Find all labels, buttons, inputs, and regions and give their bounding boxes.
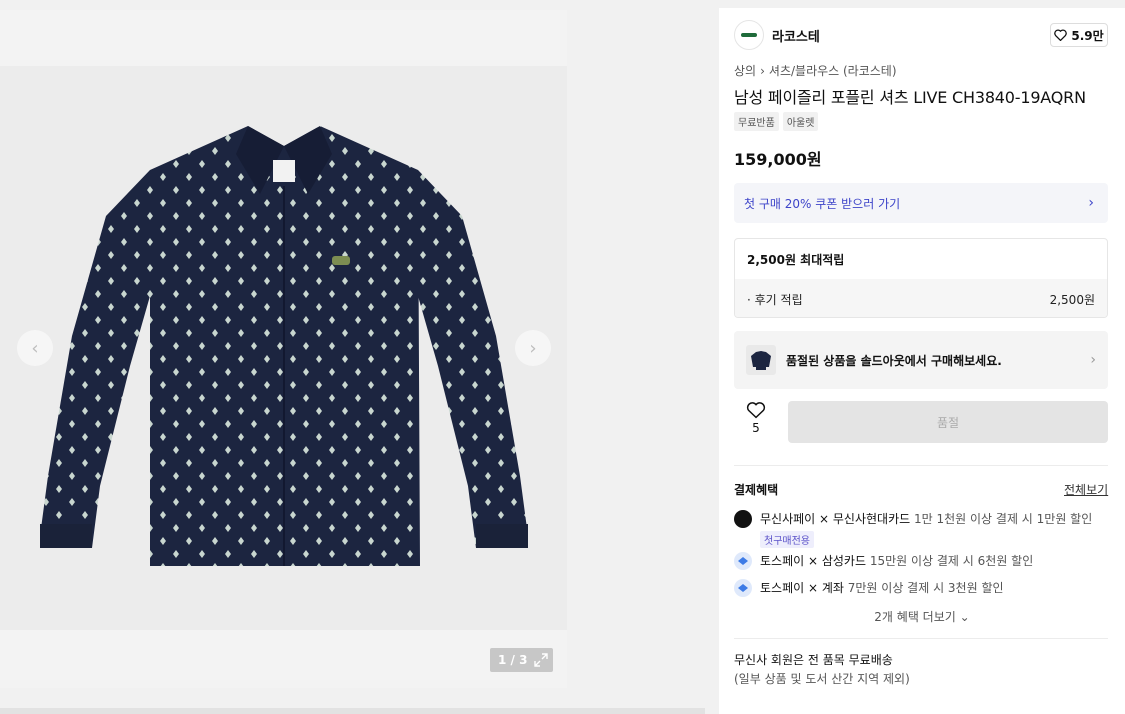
heart-icon bbox=[746, 402, 766, 419]
musinsa-pay-icon bbox=[734, 510, 752, 528]
next-image-button[interactable]: › bbox=[515, 330, 551, 366]
chevron-left-icon: ‹ bbox=[31, 337, 39, 359]
heart-icon bbox=[1054, 29, 1068, 41]
buy-button[interactable]: 품절 bbox=[788, 401, 1108, 443]
product-image bbox=[0, 66, 567, 630]
product-title: 남성 페이즐리 포플린 셔츠 LIVE CH3840-19AQRN bbox=[734, 88, 1086, 107]
shipping-note: (일부 상품 및 도서 산간 지역 제외) bbox=[734, 672, 910, 686]
points-row-value: 2,500원 bbox=[1049, 292, 1095, 307]
benefit-brand: 토스페이 × 삼성카드 bbox=[760, 554, 867, 568]
coupon-banner[interactable]: 첫 구매 20% 쿠폰 받으러 가기 › bbox=[734, 183, 1108, 223]
benefit-brand: 토스페이 × 계좌 bbox=[760, 581, 844, 595]
expand-button[interactable] bbox=[529, 648, 553, 672]
brand-like-button[interactable]: 5.9만 bbox=[1050, 23, 1108, 47]
product-page: ‹ › 1 / 3 라코스테 5.9만 상의 › 셔츠/블라우스 (라코스테) … bbox=[0, 0, 1125, 714]
toss-pay-icon bbox=[734, 552, 752, 570]
brand-like-count: 5.9만 bbox=[1071, 28, 1104, 43]
points-row: · 후기 적립 2,500원 bbox=[735, 279, 1107, 317]
soldout-banner[interactable]: 품절된 상품을 솔드아웃에서 구매해보세요. › bbox=[734, 331, 1108, 389]
first-purchase-badge: 첫구매전용 bbox=[760, 531, 814, 548]
chevron-right-icon: › bbox=[529, 337, 537, 359]
image-gallery: ‹ › 1 / 3 bbox=[0, 10, 567, 688]
breadcrumb-item[interactable]: 상의 bbox=[734, 62, 756, 79]
points-title: 2,500원 최대적립 bbox=[747, 252, 845, 267]
breadcrumb-item[interactable]: 셔츠/블라우스 (라코스테) bbox=[769, 62, 897, 79]
benefit-brand: 무신사페이 × 무신사현대카드 bbox=[760, 512, 911, 526]
toss-pay-icon bbox=[734, 579, 752, 597]
brand-link[interactable]: 라코스테 bbox=[734, 20, 820, 50]
wishlist-button[interactable]: 5 bbox=[734, 401, 778, 441]
payment-benefit-item: 토스페이 × 계좌 7만원 이상 결제 시 3천원 할인 bbox=[734, 579, 1004, 597]
shirt-illustration bbox=[40, 126, 528, 566]
coupon-label: 첫 구매 20% 쿠폰 받으러 가기 bbox=[744, 196, 901, 211]
divider bbox=[734, 638, 1108, 639]
prev-image-button[interactable]: ‹ bbox=[17, 330, 53, 366]
tag-free-return: 무료반품 bbox=[734, 112, 779, 131]
payment-benefits-title: 결제혜택 bbox=[734, 483, 779, 497]
divider bbox=[734, 465, 1108, 466]
product-price: 159,000원 bbox=[734, 150, 822, 169]
more-benefits-button[interactable]: 2개 혜택 더보기 ⌄ bbox=[719, 608, 1125, 625]
product-tags: 무료반품 아울렛 bbox=[734, 112, 819, 131]
breadcrumb: 상의 › 셔츠/블라우스 (라코스테) bbox=[734, 62, 897, 79]
chevron-right-icon: › bbox=[1090, 352, 1096, 368]
soldout-label: 품절된 상품을 솔드아웃에서 구매해보세요. bbox=[786, 353, 1002, 368]
payment-benefit-item: 무신사페이 × 무신사현대카드 1만 1천원 이상 결제 시 1만원 할인 첫구… bbox=[734, 510, 1092, 548]
tag-outlet: 아울렛 bbox=[782, 112, 819, 131]
payment-benefit-item: 토스페이 × 삼성카드 15만원 이상 결제 시 6천원 할인 bbox=[734, 552, 1033, 570]
product-info-panel: 라코스테 5.9만 상의 › 셔츠/블라우스 (라코스테) 남성 페이즐리 포플… bbox=[719, 8, 1125, 714]
lacoste-logo-icon bbox=[734, 20, 764, 50]
chevron-down-icon: ⌄ bbox=[959, 610, 970, 624]
shirt-thumbnail bbox=[746, 345, 776, 375]
points-box: 2,500원 최대적립 · 후기 적립 2,500원 bbox=[734, 238, 1108, 318]
chevron-right-icon: › bbox=[1088, 195, 1094, 211]
scrollbar-track bbox=[0, 708, 705, 714]
benefit-desc: 15만원 이상 결제 시 6천원 할인 bbox=[866, 554, 1034, 568]
benefit-desc: 1만 1천원 이상 결제 시 1만원 할인 bbox=[910, 512, 1093, 526]
expand-icon bbox=[534, 653, 548, 667]
chevron-right-icon: › bbox=[760, 63, 765, 78]
more-benefits-label: 2개 혜택 더보기 bbox=[874, 610, 956, 624]
benefit-desc: 7만원 이상 결제 시 3천원 할인 bbox=[843, 581, 1004, 595]
shipping-info: 무신사 회원은 전 품목 무료배송 bbox=[734, 653, 893, 667]
points-row-label: · 후기 적립 bbox=[747, 292, 803, 307]
wishlist-count: 5 bbox=[752, 421, 760, 435]
brand-name: 라코스테 bbox=[772, 29, 820, 45]
view-all-link[interactable]: 전체보기 bbox=[1064, 481, 1108, 498]
